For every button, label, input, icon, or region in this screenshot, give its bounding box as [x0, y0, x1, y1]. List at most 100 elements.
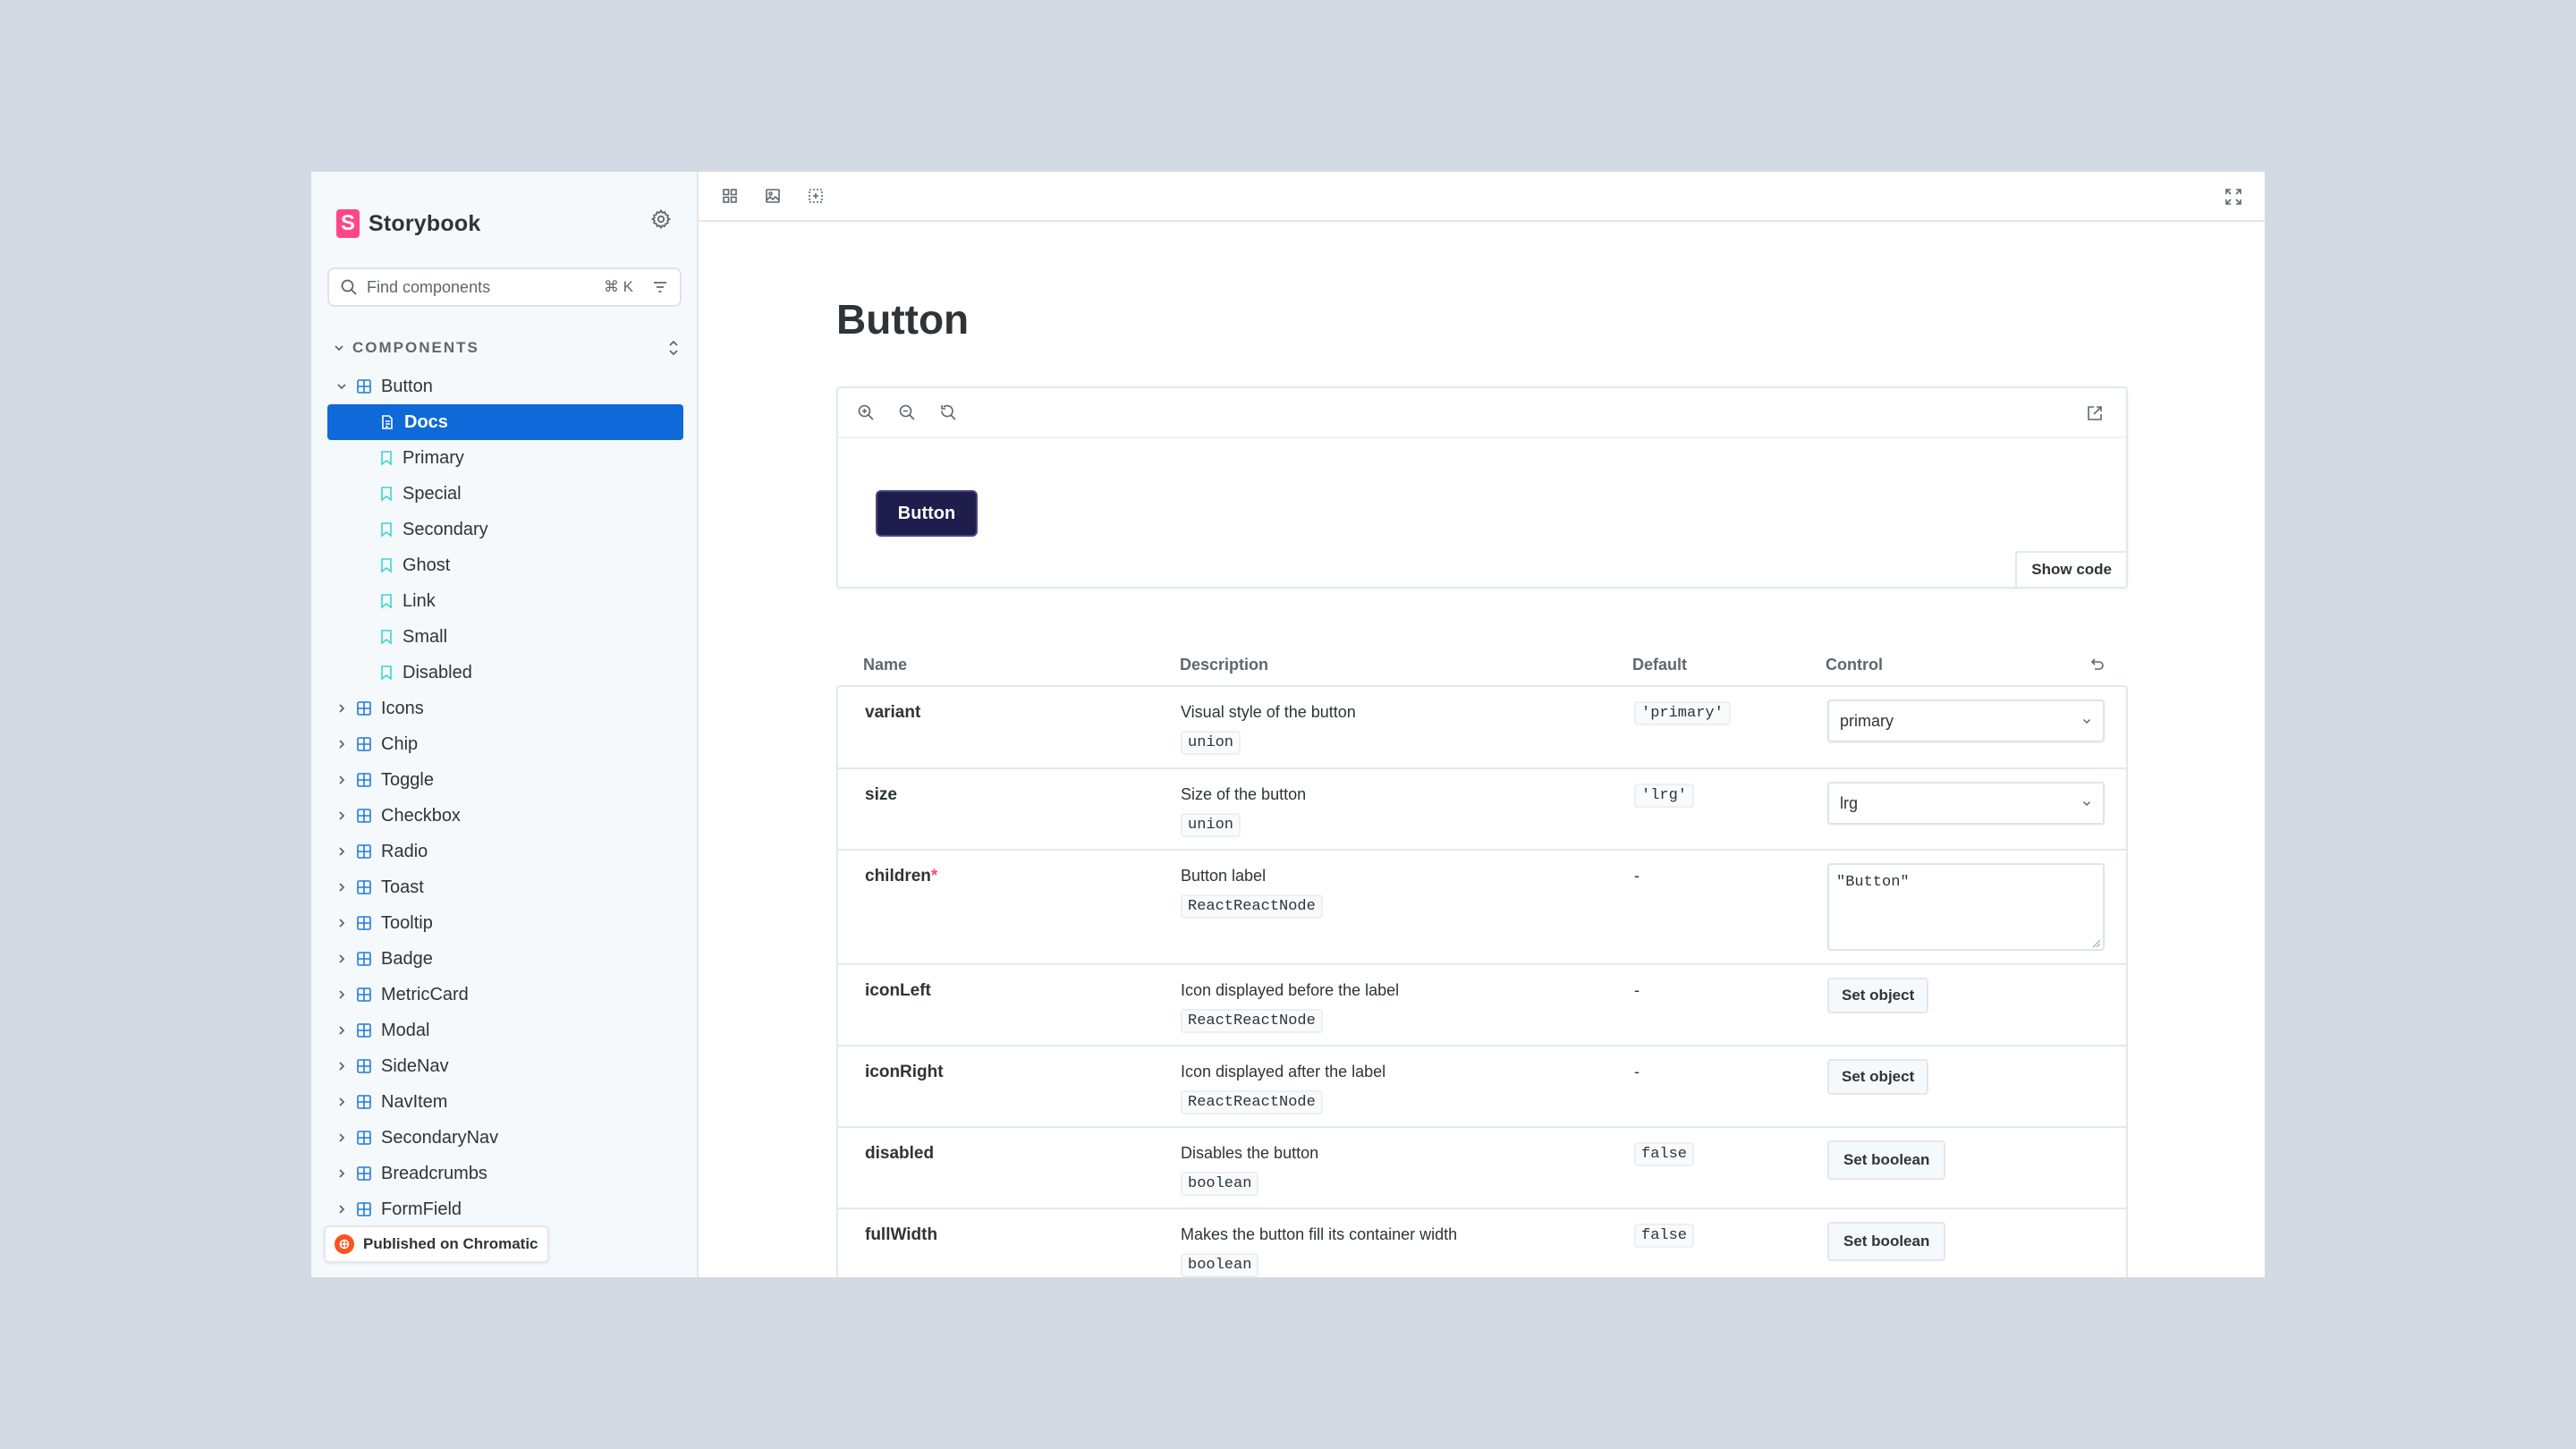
- table-row: iconRight Icon displayed after the label…: [838, 1046, 2126, 1128]
- arg-default: false: [1634, 1142, 1695, 1166]
- component-icon: [356, 772, 372, 788]
- tree-item-secondarynav[interactable]: SecondaryNav: [327, 1120, 683, 1156]
- component-icon: [356, 1201, 372, 1217]
- arg-default: -: [1634, 1063, 1640, 1080]
- tree-item-label: Breadcrumbs: [381, 1163, 487, 1183]
- arg-description: Disables the button boolean: [1181, 1144, 1318, 1196]
- table-row: fullWidth Makes the button fill its cont…: [838, 1209, 2126, 1277]
- undo-icon[interactable]: [2085, 653, 2108, 676]
- tree-item-sidenav[interactable]: SideNav: [327, 1048, 683, 1084]
- arg-name: size: [865, 785, 897, 804]
- chevron-down-icon: [333, 342, 345, 354]
- components-section-header[interactable]: COMPONENTS: [333, 335, 682, 361]
- chevron-down-icon: [2081, 798, 2092, 809]
- component-icon: [356, 1130, 372, 1146]
- tree-item-modal[interactable]: Modal: [327, 1013, 683, 1048]
- tree-item-special[interactable]: Special: [327, 476, 683, 512]
- component-icon: [356, 808, 372, 824]
- table-row: disabled Disables the button boolean fal…: [838, 1128, 2126, 1209]
- image-icon[interactable]: [761, 184, 784, 208]
- set-boolean-button[interactable]: Set boolean: [1827, 1222, 1946, 1261]
- grid-icon[interactable]: [718, 184, 741, 208]
- tree-item-metriccard[interactable]: MetricCard: [327, 977, 683, 1013]
- tree-item-checkbox[interactable]: Checkbox: [327, 798, 683, 834]
- tree-item-icons[interactable]: Icons: [327, 691, 683, 726]
- required-marker: *: [930, 867, 938, 886]
- header-name: Name: [863, 655, 908, 674]
- tree-item-tooltip[interactable]: Tooltip: [327, 905, 683, 941]
- set-object-button[interactable]: Set object: [1827, 1059, 1929, 1095]
- gear-icon[interactable]: [649, 208, 673, 231]
- chevron-down-icon: [335, 380, 349, 393]
- chevron-right-icon: [335, 1131, 349, 1144]
- tree-item-label: Icons: [381, 698, 424, 718]
- tree-item-badge[interactable]: Badge: [327, 941, 683, 977]
- tree-item-button[interactable]: Button: [327, 369, 683, 404]
- page-title: Button: [836, 296, 970, 343]
- chevron-right-icon: [335, 881, 349, 894]
- arg-description: Button label ReactReactNode: [1181, 867, 1323, 919]
- filter-icon[interactable]: [651, 278, 669, 296]
- brand[interactable]: S Storybook: [336, 206, 480, 242]
- component-icon: [356, 1165, 372, 1182]
- arg-description: Makes the button fill its container widt…: [1181, 1225, 1457, 1277]
- outline-icon[interactable]: [804, 184, 827, 208]
- zoom-out-icon[interactable]: [895, 401, 919, 424]
- published-on-chromatic-badge[interactable]: Published on Chromatic: [324, 1225, 549, 1263]
- chevron-right-icon: [335, 1203, 349, 1216]
- sidebar: S Storybook Find components ⌘ K COMPONEN…: [311, 172, 699, 1277]
- search-placeholder: Find components: [367, 277, 491, 296]
- size-select[interactable]: lrg: [1827, 782, 2105, 825]
- expand-collapse-icon[interactable]: [665, 338, 682, 358]
- expand-icon[interactable]: [2222, 185, 2245, 208]
- arg-description-text: Icon displayed before the label: [1181, 981, 1400, 999]
- tree-item-docs[interactable]: Docs: [327, 404, 683, 440]
- tree-item-link[interactable]: Link: [327, 583, 683, 619]
- component-list: Icons Chip Toggle Checkbox Radio Toast Tooltip…: [327, 691, 683, 1227]
- open-in-new-tab-icon[interactable]: [2083, 402, 2106, 425]
- chevron-right-icon: [335, 1167, 349, 1180]
- tree-item-label: SecondaryNav: [381, 1127, 499, 1148]
- arg-description: Icon displayed after the label ReactReac…: [1181, 1063, 1385, 1114]
- children-textarea[interactable]: "Button": [1827, 863, 2105, 951]
- tree-item-label: Toggle: [381, 769, 434, 790]
- tree-item-label: Primary: [402, 447, 464, 468]
- chevron-right-icon: [335, 1024, 349, 1037]
- arg-default: 'primary': [1634, 701, 1731, 725]
- tree-item-disabled[interactable]: Disabled: [327, 655, 683, 691]
- tree-item-label: MetricCard: [381, 984, 469, 1004]
- zoom-in-icon[interactable]: [854, 401, 877, 424]
- arg-name: iconRight: [865, 1063, 944, 1081]
- resize-handle-icon[interactable]: [2090, 936, 2101, 948]
- variant-select[interactable]: primary: [1827, 699, 2105, 742]
- select-value: lrg: [1840, 793, 1859, 812]
- tree-item-toggle[interactable]: Toggle: [327, 762, 683, 798]
- set-object-button[interactable]: Set object: [1827, 978, 1929, 1013]
- tree-item-primary[interactable]: Primary: [327, 440, 683, 476]
- arg-type: union: [1181, 731, 1241, 755]
- tree-item-navitem[interactable]: NavItem: [327, 1084, 683, 1120]
- search-input[interactable]: Find components ⌘ K: [327, 267, 682, 307]
- bookmark-icon: [379, 593, 394, 609]
- tree-item-radio[interactable]: Radio: [327, 834, 683, 869]
- tree-item-small[interactable]: Small: [327, 619, 683, 655]
- tree-item-toast[interactable]: Toast: [327, 869, 683, 905]
- header-default: Default: [1632, 655, 1688, 674]
- args-table-header: Name Description Default Control: [836, 644, 2128, 685]
- arg-default: -: [1634, 867, 1640, 885]
- published-label: Published on Chromatic: [363, 1235, 538, 1252]
- story-preview: Button Show code: [836, 386, 2128, 589]
- set-boolean-button[interactable]: Set boolean: [1827, 1140, 1946, 1180]
- tree-item-breadcrumbs[interactable]: Breadcrumbs: [327, 1156, 683, 1191]
- tree-item-secondary[interactable]: Secondary: [327, 512, 683, 547]
- tree-item-label: Link: [402, 590, 436, 611]
- tree-item-chip[interactable]: Chip: [327, 726, 683, 762]
- zoom-reset-icon[interactable]: [936, 401, 960, 424]
- table-row: iconLeft Icon displayed before the label…: [838, 965, 2126, 1046]
- arg-type: ReactReactNode: [1181, 1090, 1323, 1114]
- show-code-button[interactable]: Show code: [2015, 551, 2126, 587]
- header-description: Description: [1180, 655, 1269, 674]
- tree-item-ghost[interactable]: Ghost: [327, 547, 683, 583]
- tree-item-formfield[interactable]: FormField: [327, 1191, 683, 1227]
- demo-button[interactable]: Button: [876, 490, 978, 537]
